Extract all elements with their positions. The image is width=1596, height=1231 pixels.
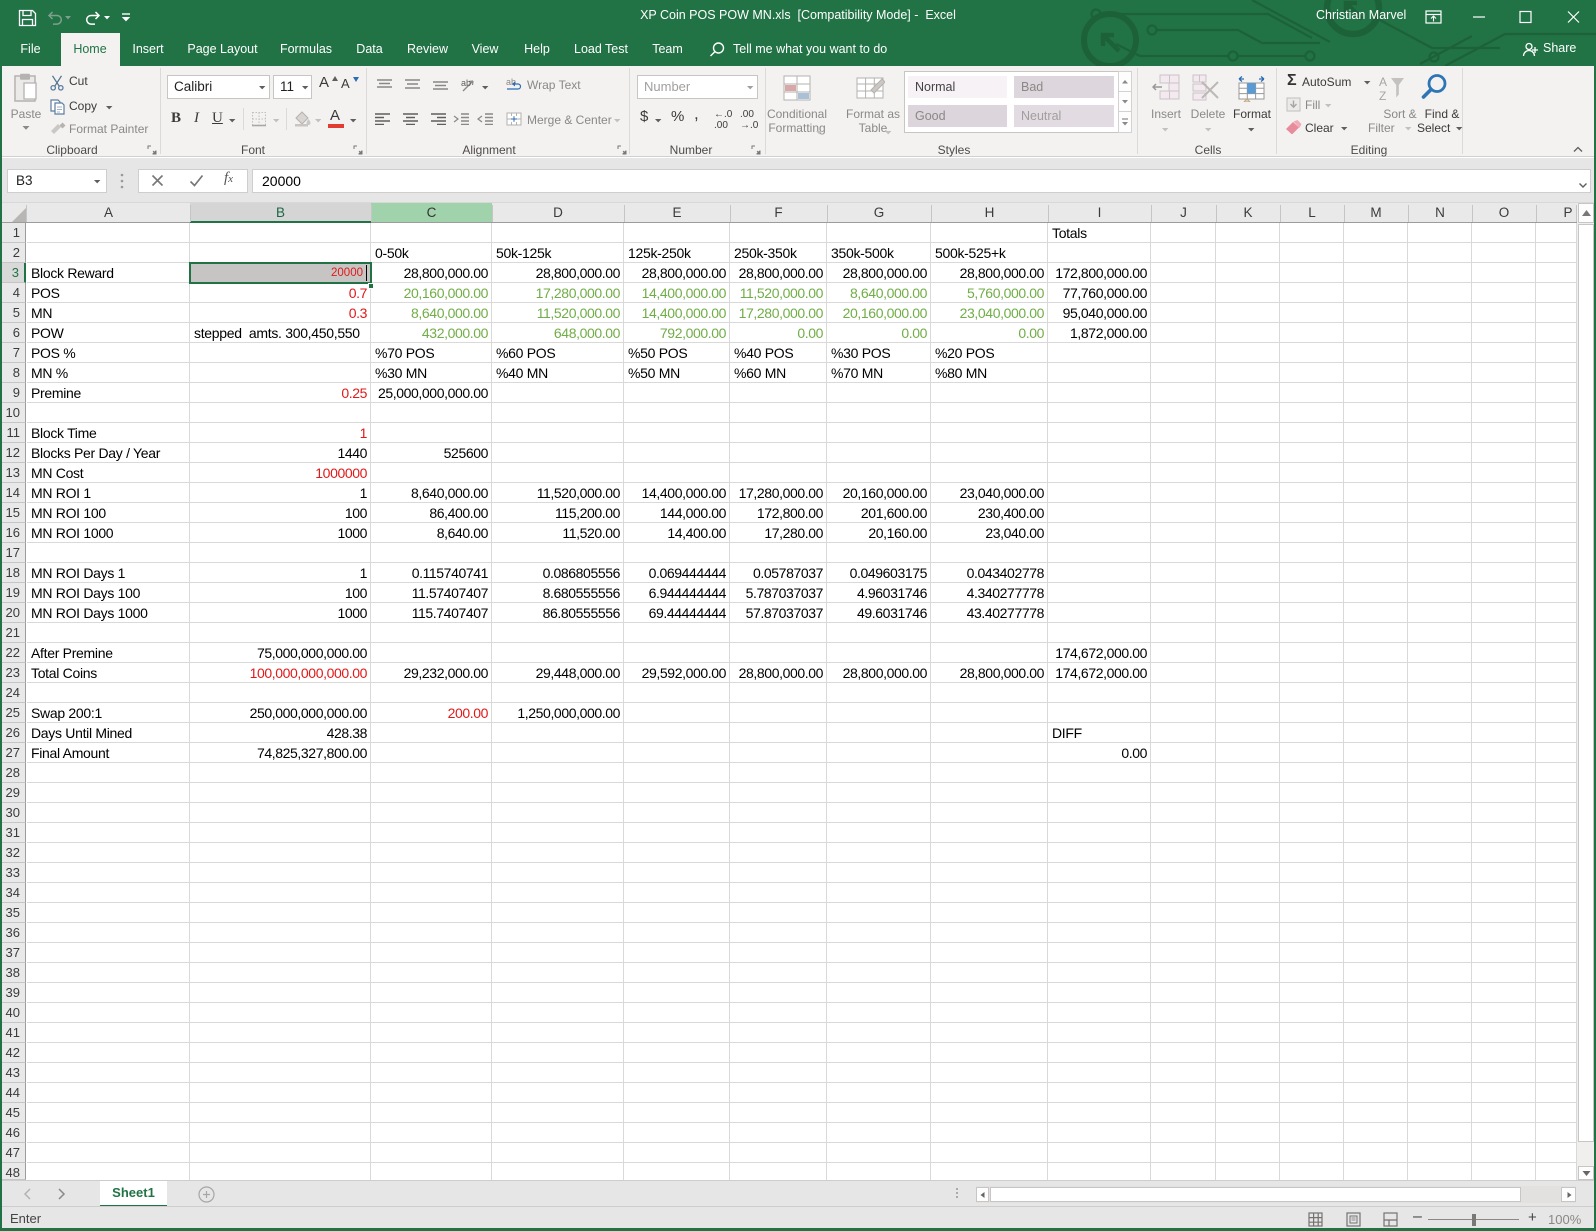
svg-text:Z: Z [1379,89,1386,101]
svg-text:ab: ab [461,78,471,88]
svg-text:A: A [1379,75,1387,89]
